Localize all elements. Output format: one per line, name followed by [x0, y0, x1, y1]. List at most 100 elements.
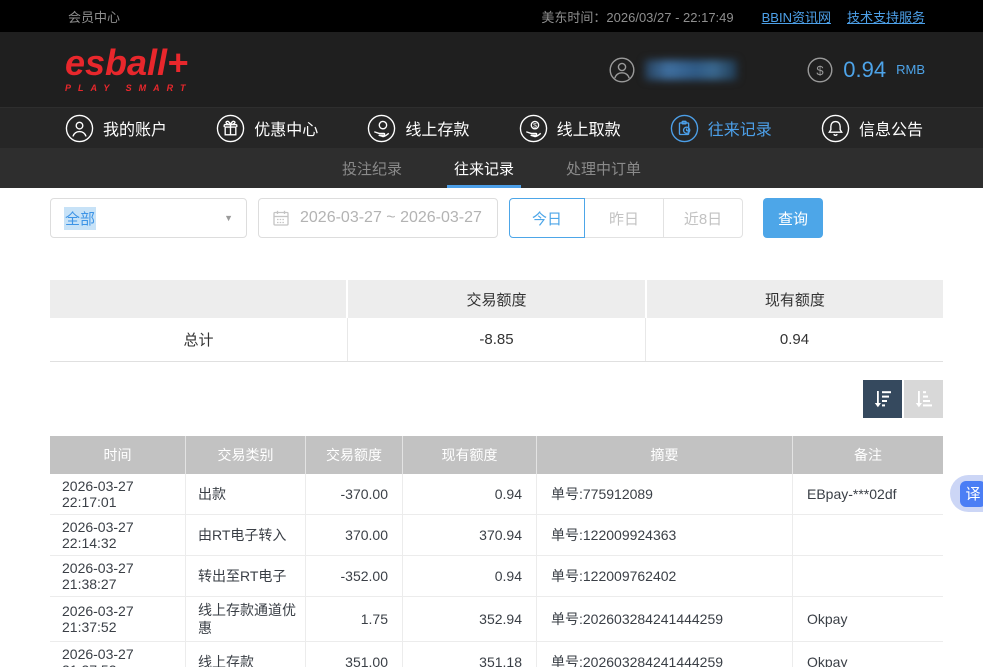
cell-balance: 0.94: [403, 556, 537, 596]
summary-transaction-total: -8.85: [348, 318, 646, 361]
cell-type: 转出至RT电子: [186, 556, 306, 596]
cell-time: 2026-03-27 21:37:52: [50, 597, 186, 641]
table-row: 2026-03-27 21:37:52 线上存款 351.00 351.18 单…: [50, 642, 943, 667]
filter-bar: 全部 ▼ 2026-03-27 ~ 2026-03-27 今日 昨日 近8日 查…: [50, 198, 943, 238]
header-amount: 交易额度: [306, 436, 403, 474]
cell-summary: 单号:775912089: [537, 474, 793, 514]
top-utility-bar: 会员中心 美东时间：2026/03/27 - 22:17:49 BBIN资讯网 …: [0, 0, 983, 32]
sort-descending-icon: [872, 388, 894, 410]
cell-remark: EBpay-***02df: [793, 474, 943, 514]
table-row: 2026-03-27 22:14:32 由RT电子转入 370.00 370.9…: [50, 515, 943, 556]
translate-icon: 译: [960, 481, 983, 507]
summary-header-empty: [50, 280, 348, 318]
cell-time: 2026-03-27 22:17:01: [50, 474, 186, 514]
nav-item-promotions[interactable]: 优惠中心: [216, 114, 318, 143]
nav-item-transaction-records[interactable]: 往来记录: [670, 114, 772, 143]
search-button[interactable]: 查询: [763, 198, 823, 238]
table-row: 2026-03-27 21:38:27 转出至RT电子 -352.00 0.94…: [50, 556, 943, 597]
bbin-news-link[interactable]: BBIN资讯网: [762, 7, 831, 26]
quick-date-group: 今日 昨日 近8日: [509, 198, 743, 238]
tab-label: 投注纪录: [342, 158, 402, 179]
nav-label: 线上取款: [557, 116, 621, 140]
deposit-icon: [367, 114, 396, 143]
cell-amount: -370.00: [306, 474, 403, 514]
header-right: $ 0.94 RMB: [609, 57, 925, 83]
summary-header-row: 交易额度 现有额度: [50, 280, 943, 318]
summary-header-transaction: 交易额度: [348, 280, 646, 318]
cell-summary: 单号:202603284241444259: [537, 597, 793, 641]
logo-text: esball+: [65, 46, 193, 80]
nav-label: 信息公告: [859, 116, 923, 140]
table-row: 2026-03-27 22:17:01 出款 -370.00 0.94 单号:7…: [50, 474, 943, 515]
cell-remark: [793, 515, 943, 555]
member-center-link[interactable]: 会员中心: [68, 7, 120, 26]
account-icon: [65, 114, 94, 143]
nav-item-announcements[interactable]: 信息公告: [821, 114, 923, 143]
main-content: 全部 ▼ 2026-03-27 ~ 2026-03-27 今日 昨日 近8日 查…: [0, 198, 943, 667]
cell-time: 2026-03-27 21:38:27: [50, 556, 186, 596]
cell-amount: 351.00: [306, 642, 403, 667]
summary-header-balance: 现有额度: [647, 280, 943, 318]
summary-total-label: 总计: [50, 318, 348, 361]
transactions-table: 时间 交易类别 交易额度 现有额度 摘要 备注 2026-03-27 22:17…: [50, 436, 943, 667]
username-blurred: [645, 60, 737, 80]
tab-pending-orders[interactable]: 处理中订单: [562, 148, 645, 188]
tech-support-link[interactable]: 技术支持服务: [847, 7, 925, 26]
cell-type: 出款: [186, 474, 306, 514]
sort-controls: [50, 380, 943, 418]
sort-ascending-button[interactable]: [904, 380, 943, 418]
cell-balance: 0.94: [403, 474, 537, 514]
yesterday-button[interactable]: 昨日: [584, 198, 664, 238]
tab-transaction-records[interactable]: 往来记录: [450, 148, 518, 188]
balance-currency: RMB: [896, 62, 925, 77]
cell-amount: 1.75: [306, 597, 403, 641]
cell-type: 线上存款通道优惠: [186, 597, 306, 641]
records-icon: [670, 114, 699, 143]
type-select-value: 全部: [64, 207, 96, 230]
today-button[interactable]: 今日: [509, 198, 585, 238]
nav-label: 我的账户: [103, 116, 167, 140]
topbar-right: 美东时间：2026/03/27 - 22:17:49 BBIN资讯网 技术支持服…: [541, 7, 925, 26]
summary-table: 交易额度 现有额度 总计 -8.85 0.94: [50, 280, 943, 362]
cell-amount: -352.00: [306, 556, 403, 596]
topbar-links: BBIN资讯网 技术支持服务: [762, 7, 925, 26]
cell-balance: 351.18: [403, 642, 537, 667]
header-summary: 摘要: [537, 436, 793, 474]
translate-fab[interactable]: 译: [950, 475, 983, 512]
tab-label: 往来记录: [454, 158, 514, 179]
user-info[interactable]: [609, 57, 737, 83]
cell-type: 线上存款: [186, 642, 306, 667]
nav-item-withdraw[interactable]: $ 线上取款: [519, 114, 621, 143]
table-header-row: 时间 交易类别 交易额度 现有额度 摘要 备注: [50, 436, 943, 474]
tab-betting-records[interactable]: 投注纪录: [338, 148, 406, 188]
esball-logo[interactable]: esball+ PLAY SMART: [65, 46, 193, 93]
summary-total-row: 总计 -8.85 0.94: [50, 318, 943, 362]
cell-time: 2026-03-27 22:14:32: [50, 515, 186, 555]
last-8-days-button[interactable]: 近8日: [663, 198, 743, 238]
nav-label: 线上存款: [405, 116, 469, 140]
logo-tagline: PLAY SMART: [65, 83, 193, 93]
sort-descending-button[interactable]: [863, 380, 902, 418]
table-row: 2026-03-27 21:37:52 线上存款通道优惠 1.75 352.94…: [50, 597, 943, 642]
cell-balance: 352.94: [403, 597, 537, 641]
nav-item-my-account[interactable]: 我的账户: [65, 114, 167, 143]
nav-label: 优惠中心: [254, 116, 318, 140]
site-header: esball+ PLAY SMART $ 0.94 RMB: [0, 32, 983, 107]
cell-summary: 单号:122009924363: [537, 515, 793, 555]
calendar-icon: [272, 209, 290, 227]
svg-text:$: $: [533, 122, 537, 129]
user-avatar-icon: [609, 57, 635, 83]
header-type: 交易类别: [186, 436, 306, 474]
gift-icon: [216, 114, 245, 143]
eastern-time-label: 美东时间：2026/03/27 - 22:17:49: [541, 7, 733, 26]
header-balance: 现有额度: [403, 436, 537, 474]
date-range-value: 2026-03-27 ~ 2026-03-27: [300, 209, 482, 227]
cell-summary: 单号:122009762402: [537, 556, 793, 596]
cell-remark: [793, 556, 943, 596]
nav-item-deposit[interactable]: 线上存款: [367, 114, 469, 143]
cell-remark: Okpay: [793, 642, 943, 667]
balance-amount: 0.94: [843, 57, 886, 83]
type-select[interactable]: 全部 ▼: [50, 198, 247, 238]
balance-display[interactable]: $ 0.94 RMB: [807, 57, 925, 83]
date-range-input[interactable]: 2026-03-27 ~ 2026-03-27: [258, 198, 498, 238]
